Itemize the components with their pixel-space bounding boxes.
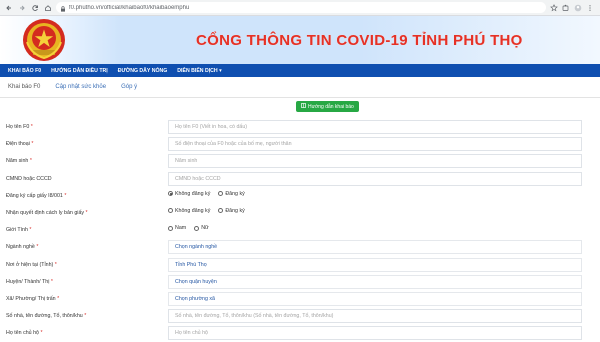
form-row-xa: Xã/ Phường/ Thị trấn * Chọn phường xã xyxy=(0,291,600,308)
form-row-nganh-nghe: Ngành nghề * Chọn ngành nghề xyxy=(0,239,600,256)
form-row-ho-ten-chu-ho: Họ tên chủ hộ * Họ tên chủ hộ xyxy=(0,325,600,342)
field-label: Giới Tính * xyxy=(6,227,32,234)
radio-unchecked-icon xyxy=(168,208,173,214)
ho-ten-chu-ho-input[interactable]: Họ tên chủ hộ xyxy=(168,326,582,341)
nganh-nghe-select[interactable]: Chọn ngành nghề xyxy=(168,240,582,255)
form-row-so-nha: Số nhà, tên đường, Tổ, thôn/khu * Số nhà… xyxy=(0,308,600,325)
dien-thoai-input[interactable]: Số điện thoại của F0 hoặc của bố mẹ, ngư… xyxy=(168,137,582,152)
form-row-tinh: Nơi ở hiện tại (Tỉnh) * Tỉnh Phú Thọ xyxy=(0,257,600,274)
radio-checked-icon xyxy=(168,191,173,197)
nav-khai-bao-f0[interactable]: KHAI BÁO F0 xyxy=(8,68,41,74)
forward-icon[interactable] xyxy=(17,3,26,12)
f0-declaration-form: Họ tên F0 * Họ tên F0 (Viết in hoa, có d… xyxy=(0,119,600,342)
cccd-input[interactable]: CMND hoặc CCCD xyxy=(168,171,582,186)
tab-gop-y[interactable]: Góp ý xyxy=(121,84,137,90)
extensions-icon[interactable] xyxy=(562,0,570,17)
field-label: Xã/ Phường/ Thị trấn * xyxy=(6,295,60,302)
book-icon xyxy=(301,103,306,110)
profile-icon[interactable] xyxy=(574,0,582,17)
radio-khong-dang-ky[interactable]: Không đăng ký xyxy=(168,191,210,197)
guide-button-label: Hướng dẫn khai báo xyxy=(308,103,354,110)
star-icon[interactable] xyxy=(550,0,558,17)
nam-sinh-input[interactable]: Năm sinh xyxy=(168,154,582,169)
back-icon[interactable] xyxy=(4,3,13,12)
reload-icon[interactable] xyxy=(30,3,39,12)
tab-khai-bao-f0[interactable]: Khai báo F0 xyxy=(8,84,40,90)
tab-cap-nhat-suc-khoe[interactable]: Cập nhật sức khỏe xyxy=(55,84,106,90)
banner-title: CỔNG THÔNG TIN COVID-19 TỈNH PHÚ THỌ xyxy=(196,32,523,49)
form-row-nhan-quyet-dinh: Nhận quyết định cách ly bản giấy * Không… xyxy=(0,205,600,222)
form-row-dien-thoai: Điện thoại * Số điện thoại của F0 hoặc c… xyxy=(0,136,600,153)
nav-huong-dan-dieu-tri[interactable]: HƯỚNG DẪN ĐIỀU TRỊ xyxy=(51,68,108,74)
nhan-quyet-dinh-radio-group: Không đăng ký Đăng ký xyxy=(168,208,245,214)
field-label: Họ tên chủ hộ * xyxy=(6,330,43,337)
field-label: Họ tên F0 * xyxy=(6,124,33,130)
form-row-gioi-tinh: Giới Tính * Nam Nữ xyxy=(0,222,600,239)
form-row-ho-ten: Họ tên F0 * Họ tên F0 (Viết in hoa, có d… xyxy=(0,119,600,136)
browser-toolbar: f0.phutho.vn/official/khaibaof0/khaibaoe… xyxy=(0,0,600,16)
radio-unchecked-icon xyxy=(194,225,200,231)
field-label: Huyện/ Thành/ Thị * xyxy=(6,278,53,285)
field-label: Nơi ở hiện tại (Tỉnh) * xyxy=(6,261,57,268)
nav-dien-bien-dich[interactable]: DIỄN BIẾN DỊCH ▾ xyxy=(177,68,221,74)
menu-icon[interactable] xyxy=(586,0,594,17)
site-banner: CỔNG THÔNG TIN COVID-19 TỈNH PHÚ THỌ xyxy=(0,16,600,64)
field-label: Ngành nghề * xyxy=(6,244,39,251)
radio-dang-ky[interactable]: Đăng ký xyxy=(218,191,245,197)
main-nav: KHAI BÁO F0 HƯỚNG DẪN ĐIỀU TRỊ ĐƯỜNG DÂY… xyxy=(0,64,600,77)
radio-nam[interactable]: Nam xyxy=(168,225,186,231)
radio-khong-dang-ky[interactable]: Không đăng ký xyxy=(168,208,210,214)
field-label: CMND hoặc CCCD xyxy=(6,175,52,182)
field-label: Đăng ký cấp giấy I8/001 * xyxy=(6,192,67,199)
form-row-huyen: Huyện/ Thành/ Thị * Chọn quận huyện xyxy=(0,274,600,291)
tinh-select[interactable]: Tỉnh Phú Thọ xyxy=(168,257,582,272)
xa-select[interactable]: Chọn phường xã xyxy=(168,291,582,306)
radio-unchecked-icon xyxy=(168,225,173,231)
guide-button[interactable]: Hướng dẫn khai báo xyxy=(296,101,359,112)
home-icon[interactable] xyxy=(43,3,52,12)
form-row-dang-ky-giay: Đăng ký cấp giấy I8/001 * Không đăng ký … xyxy=(0,188,600,205)
field-label: Nhận quyết định cách ly bản giấy * xyxy=(6,209,88,216)
lock-icon xyxy=(60,0,66,17)
vietnam-emblem-logo xyxy=(21,18,67,62)
guide-row: Hướng dẫn khai báo xyxy=(0,98,600,118)
form-row-nam-sinh: Năm sinh * Năm sinh xyxy=(0,153,600,170)
form-tabs: Khai báo F0 Cập nhật sức khỏe Góp ý xyxy=(0,77,600,98)
field-label: Điện thoại * xyxy=(6,141,34,148)
field-label: Năm sinh * xyxy=(6,158,32,165)
radio-unchecked-icon xyxy=(218,191,224,197)
nav-duong-day-nong[interactable]: ĐƯỜNG DÂY NÓNG xyxy=(118,68,168,74)
dang-ky-giay-radio-group: Không đăng ký Đăng ký xyxy=(168,191,245,197)
address-bar[interactable]: f0.phutho.vn/official/khaibaof0/khaibaoe… xyxy=(56,2,546,13)
huyen-select[interactable]: Chọn quận huyện xyxy=(168,274,582,289)
ho-ten-input[interactable]: Họ tên F0 (Viết in hoa, có dấu) xyxy=(168,120,582,134)
url-text: f0.phutho.vn/official/khaibaof0/khaibaoe… xyxy=(69,4,190,11)
form-row-cccd: CMND hoặc CCCD CMND hoặc CCCD xyxy=(0,171,600,188)
so-nha-input[interactable]: Số nhà, tên đường, Tổ, thôn/khu (Số nhà,… xyxy=(168,309,582,324)
field-label: Số nhà, tên đường, Tổ, thôn/khu * xyxy=(6,313,87,320)
radio-dang-ky[interactable]: Đăng ký xyxy=(218,208,245,214)
gioi-tinh-radio-group: Nam Nữ xyxy=(168,225,209,231)
radio-unchecked-icon xyxy=(218,208,224,214)
radio-nu[interactable]: Nữ xyxy=(194,225,209,231)
